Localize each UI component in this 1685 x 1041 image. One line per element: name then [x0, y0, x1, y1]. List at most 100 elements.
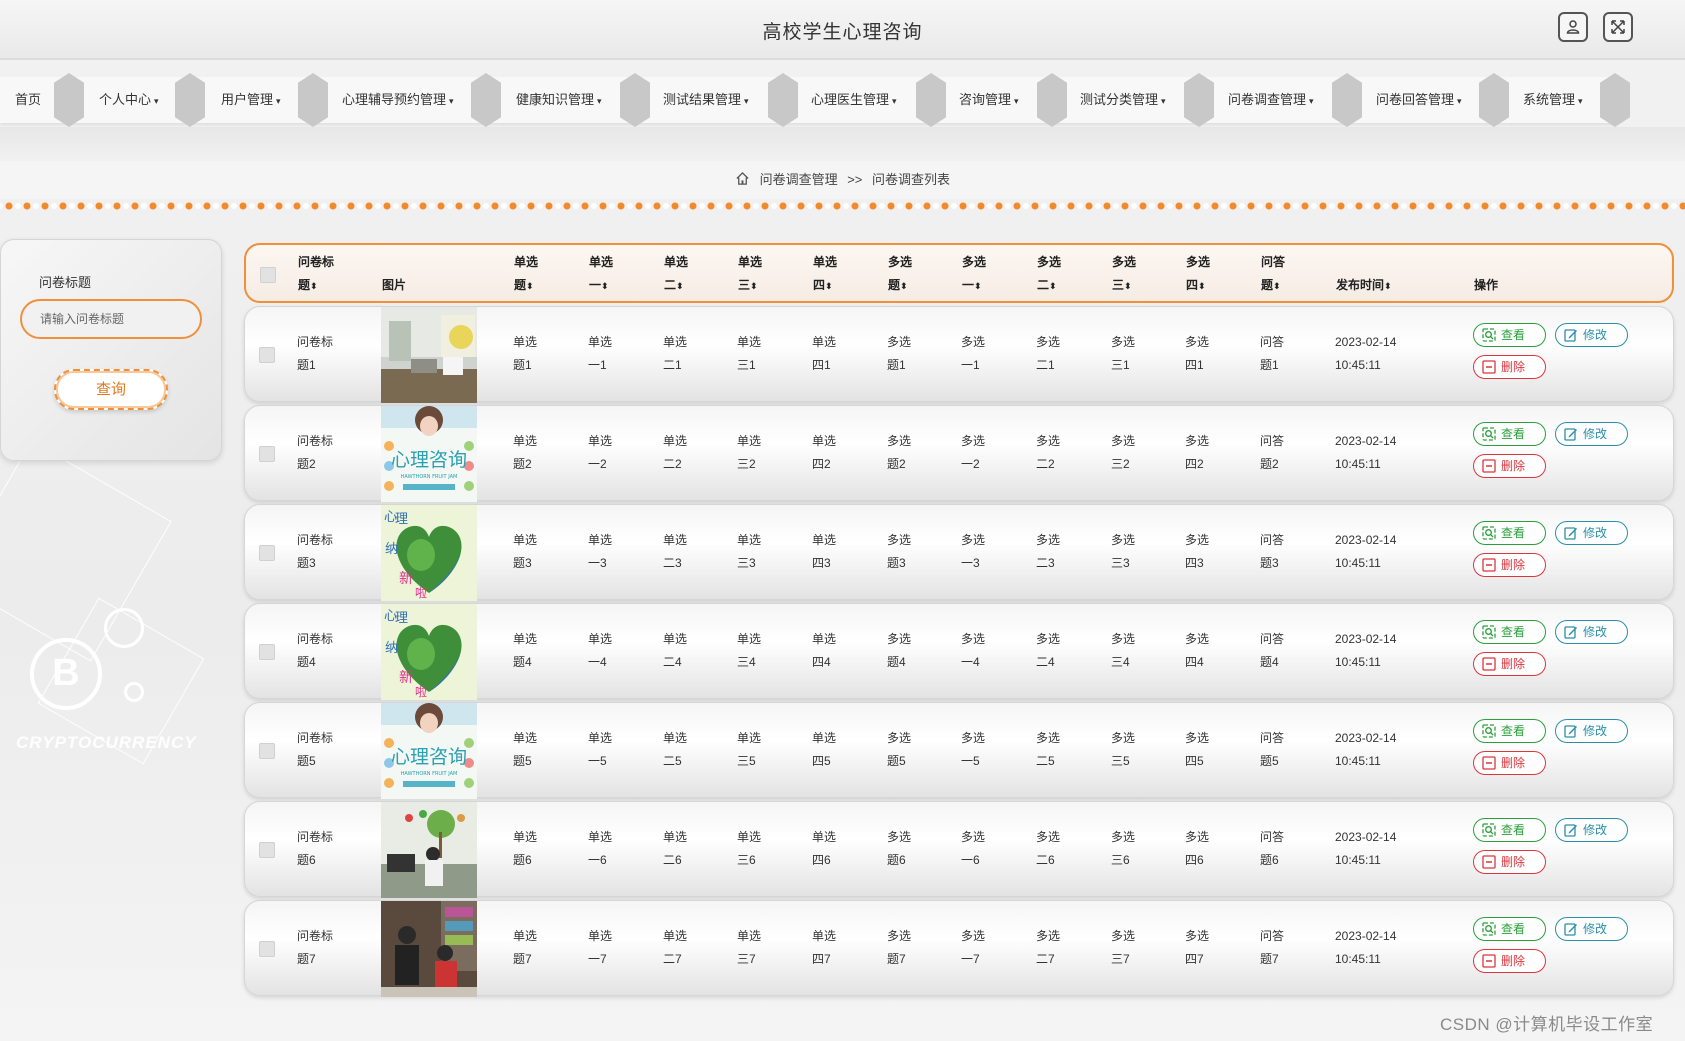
row-image[interactable]: 心理咨询 HAWTHORN FRUIT JAM	[381, 703, 477, 799]
nav-item-0[interactable]: 首页	[15, 77, 41, 123]
row-image[interactable]: 心理咨询 HAWTHORN FRUIT JAM	[381, 406, 477, 502]
edit-button[interactable]: 修改	[1555, 620, 1628, 644]
row-image[interactable]	[381, 901, 477, 997]
sort-icon: ⬍	[1049, 281, 1057, 291]
nav-item-4[interactable]: 健康知识管理 ▾	[516, 77, 602, 123]
view-button[interactable]: 查看	[1473, 818, 1546, 842]
row-cell-line1: 多选	[1036, 533, 1061, 547]
user-button[interactable]	[1558, 12, 1588, 42]
header-single-2[interactable]: 单选 二⬍	[664, 251, 688, 298]
nav-item-6[interactable]: 心理医生管理 ▾	[811, 77, 897, 123]
header-multi-1[interactable]: 多选 一⬍	[962, 251, 986, 298]
nav-item-10[interactable]: 问卷回答管理 ▾	[1376, 77, 1462, 123]
row-cell-line2: 题1	[887, 358, 906, 372]
select-all-checkbox[interactable]	[260, 267, 276, 283]
row-checkbox[interactable]	[259, 347, 275, 363]
row-checkbox[interactable]	[259, 842, 275, 858]
nav-item-3[interactable]: 心理辅导预约管理 ▾	[342, 77, 454, 123]
delete-button[interactable]: 删除	[1473, 652, 1546, 676]
row-checkbox[interactable]	[259, 644, 275, 660]
row-cell-line1: 单选	[588, 335, 613, 349]
view-button[interactable]: 查看	[1473, 917, 1546, 941]
row-cell: 多选 二7	[1036, 925, 1060, 971]
search-button[interactable]: 查询	[54, 369, 168, 410]
nav-item-2[interactable]: 用户管理 ▾	[221, 77, 281, 123]
header-multi-3[interactable]: 多选 三⬍	[1112, 251, 1136, 298]
breadcrumb-section[interactable]: 问卷调查管理	[760, 172, 838, 187]
row-title-line1: 问卷标	[297, 632, 334, 646]
nav-item-9[interactable]: 问卷调查管理 ▾	[1228, 77, 1314, 123]
header-single-q[interactable]: 单选 题⬍	[514, 251, 538, 298]
view-button[interactable]: 查看	[1473, 422, 1546, 446]
row-cell-line1: 单选	[588, 731, 613, 745]
header-qa[interactable]: 问答 题⬍	[1261, 251, 1285, 298]
header-single-q-line2: 题⬍	[514, 278, 534, 292]
delete-button[interactable]: 删除	[1473, 850, 1546, 874]
row-checkbox[interactable]	[259, 545, 275, 561]
sort-icon: ⬍	[1124, 281, 1132, 291]
row-cell-line1: 问答	[1260, 632, 1285, 646]
edit-button[interactable]: 修改	[1555, 521, 1628, 545]
edit-button[interactable]: 修改	[1555, 422, 1628, 446]
header-single-3[interactable]: 单选 三⬍	[738, 251, 762, 298]
home-icon	[736, 171, 749, 185]
row-cell: 多选 一1	[961, 331, 985, 377]
edit-button[interactable]: 修改	[1555, 323, 1628, 347]
row-date: 2023-02-14	[1335, 632, 1397, 646]
delete-icon	[1482, 558, 1496, 572]
header-time[interactable]: 发布时间⬍	[1336, 274, 1392, 298]
delete-button[interactable]: 删除	[1473, 553, 1546, 577]
view-button[interactable]: 查看	[1473, 620, 1546, 644]
row-cell-line1: 问答	[1260, 731, 1285, 745]
search-input[interactable]	[20, 299, 202, 339]
view-button[interactable]: 查看	[1473, 521, 1546, 545]
row-cell-line1: 多选	[1111, 335, 1136, 349]
view-button[interactable]: 查看	[1473, 719, 1546, 743]
nav-separator	[298, 73, 328, 127]
row-title-line2: 题7	[297, 952, 316, 966]
header-multi-q[interactable]: 多选 题⬍	[888, 251, 912, 298]
edit-button-label: 修改	[1583, 724, 1608, 738]
header-multi-2[interactable]: 多选 二⬍	[1037, 251, 1061, 298]
nav-item-7[interactable]: 咨询管理 ▾	[959, 77, 1019, 123]
row-image[interactable]	[381, 802, 477, 898]
nav-item-11[interactable]: 系统管理 ▾	[1523, 77, 1583, 123]
row-image[interactable]: 心 理 纳 新 啦	[381, 505, 477, 601]
nav-item-5[interactable]: 测试结果管理 ▾	[663, 77, 749, 123]
header-title[interactable]: 问卷标 题⬍	[298, 251, 334, 298]
row-cell-line2: 四5	[1185, 754, 1204, 768]
row-title: 问卷标 题6	[297, 826, 333, 872]
edit-button[interactable]: 修改	[1555, 818, 1628, 842]
delete-button[interactable]: 删除	[1473, 355, 1546, 379]
row-checkbox[interactable]	[259, 446, 275, 462]
view-button[interactable]: 查看	[1473, 323, 1546, 347]
delete-button-label: 删除	[1501, 954, 1526, 968]
fullscreen-button[interactable]	[1603, 12, 1633, 42]
row-cell-line1: 单选	[513, 929, 538, 943]
edit-button[interactable]: 修改	[1555, 917, 1628, 941]
edit-button[interactable]: 修改	[1555, 719, 1628, 743]
delete-button[interactable]: 删除	[1473, 751, 1546, 775]
header-single-4[interactable]: 单选 四⬍	[813, 251, 837, 298]
sort-icon: ⬍	[1384, 281, 1392, 291]
row-cell-line1: 多选	[1036, 632, 1061, 646]
row-image[interactable]	[381, 307, 477, 403]
row-cell: 多选 四2	[1185, 430, 1209, 476]
row-checkbox[interactable]	[259, 743, 275, 759]
nav-item-8[interactable]: 测试分类管理 ▾	[1080, 77, 1166, 123]
nav-separator	[175, 73, 205, 127]
row-checkbox[interactable]	[259, 941, 275, 957]
row-cell-line1: 单选	[513, 632, 538, 646]
row-image[interactable]: 心 理 纳 新 啦	[381, 604, 477, 700]
header-multi-4-line2: 四⬍	[1186, 278, 1206, 292]
header-single-1-line1: 单选	[589, 255, 614, 269]
edit-button-label: 修改	[1583, 328, 1608, 342]
caret-down-icon: ▾	[154, 96, 159, 106]
row-title-line2: 题4	[297, 655, 316, 669]
header-single-1[interactable]: 单选 一⬍	[589, 251, 613, 298]
header-multi-4[interactable]: 多选 四⬍	[1186, 251, 1210, 298]
row-title: 问卷标 题7	[297, 925, 333, 971]
nav-item-1[interactable]: 个人中心 ▾	[99, 77, 159, 123]
delete-button[interactable]: 删除	[1473, 454, 1546, 478]
delete-button[interactable]: 删除	[1473, 949, 1546, 973]
